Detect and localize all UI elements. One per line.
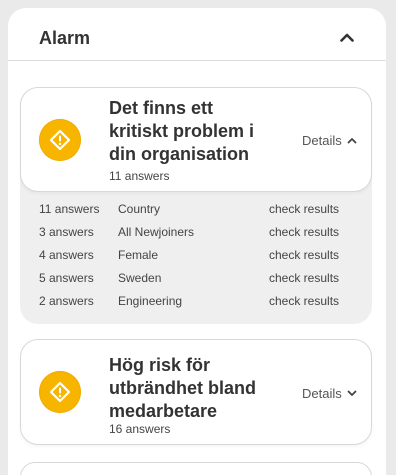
breakdown-row: 5 answers Sweden check results [20,267,372,289]
details-toggle[interactable]: Details [302,133,357,148]
breakdown-row: 3 answers All Newjoiners check results [20,221,372,243]
breakdown-row: 2 answers Engineering check results [20,290,372,312]
chevron-up-icon [347,138,357,144]
answers-count: 16 answers [109,422,171,436]
check-results-link[interactable]: check results [269,202,339,216]
breakdown-row: 4 answers Female check results [20,244,372,266]
alarm-panel: Alarm Det finns ett kritiskt problem i d… [8,8,386,475]
breakdown-group: Country [118,202,161,216]
breakdown-count: 11 answers [39,202,100,216]
breakdown-group: Engineering [118,294,183,308]
details-label: Details [302,386,342,401]
breakdown-count: 2 answers [39,294,94,308]
breakdown-group: Sweden [118,271,162,285]
alert-title: Hög risk för utbrändhet bland medarbetar… [109,355,256,421]
check-results-link[interactable]: check results [269,294,339,308]
details-label: Details [302,133,342,148]
alert-card[interactable]: Hög risk för utbrändhet bland medarbetar… [20,339,372,445]
check-results-link[interactable]: check results [269,248,339,262]
collapse-button[interactable] [336,28,358,46]
warning-icon [39,371,81,413]
breakdown-count: 4 answers [39,248,94,262]
warning-icon [39,119,81,161]
panel-title: Alarm [39,28,91,48]
chevron-up-icon [340,33,354,42]
breakdown-count: 3 answers [39,225,94,239]
details-toggle[interactable]: Details [302,386,357,401]
alert-card[interactable]: Det finns ett kritiskt problem i din org… [20,87,372,192]
panel-header: Alarm [8,8,386,61]
alert-group: Det finns ett kritiskt problem i din org… [20,87,372,324]
breakdown-group: Female [118,248,159,262]
alert-card[interactable] [20,462,372,475]
answers-count: 11 answers [109,169,170,183]
check-results-link[interactable]: check results [269,225,339,239]
breakdown-count: 5 answers [39,271,94,285]
chevron-down-icon [347,390,357,396]
breakdown-row: 11 answers Country check results [20,198,372,220]
check-results-link[interactable]: check results [269,271,339,285]
alert-title: Det finns ett kritiskt problem i din org… [109,98,255,164]
breakdown-group: All Newjoiners [118,225,195,239]
